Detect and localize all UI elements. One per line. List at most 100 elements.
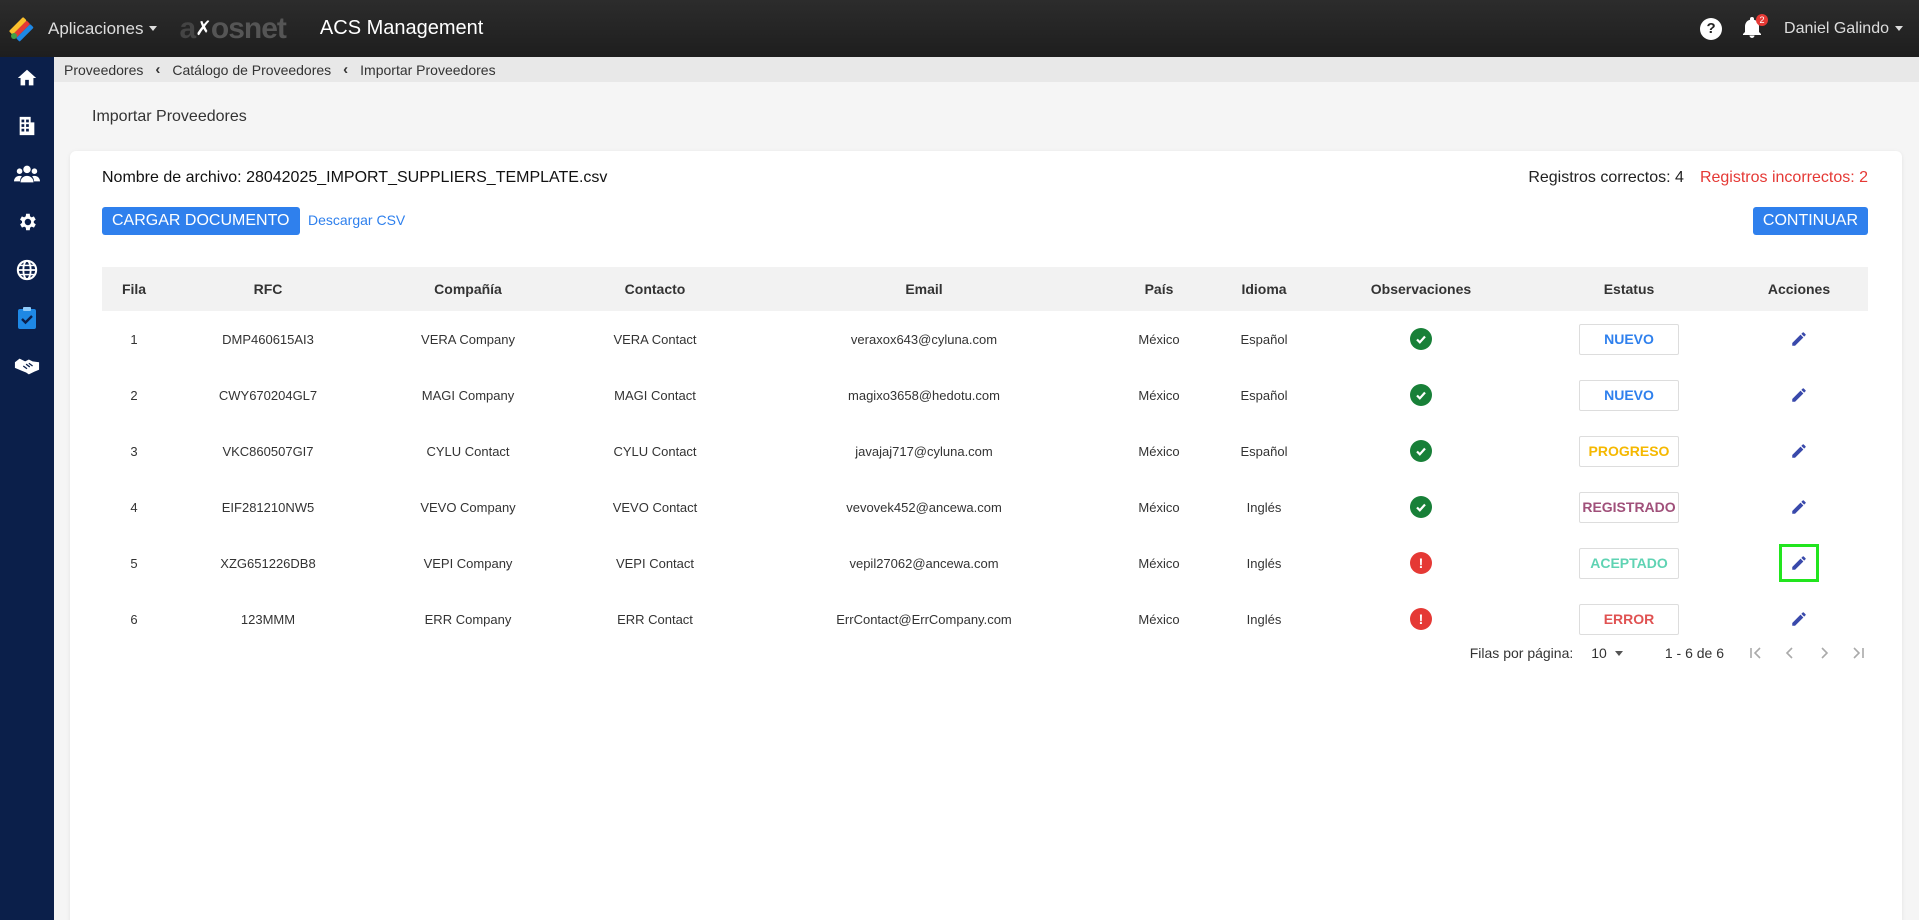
continue-button[interactable]: CONTINUAR <box>1752 207 1868 235</box>
brand-suffix: osnet <box>210 11 287 45</box>
cell-rfc: 123MMM <box>240 611 296 627</box>
pencil-icon <box>1792 332 1806 346</box>
edit-button[interactable] <box>1779 544 1819 582</box>
table-row: 6 123MMM ERR Company ERR Contact ErrContact@… <box>102 591 1868 647</box>
cell-email: javajaj717@cyluna.com <box>855 443 993 459</box>
cell-email: veraxox643@cyluna.com <box>850 331 998 347</box>
cell-contact: ERR Contact <box>617 611 693 627</box>
cell-language: Español <box>1240 387 1288 403</box>
table-row: 2 CWY670204GL7 MAGI Company MAGI Contact mag… <box>102 367 1868 423</box>
sidebar-item-globe[interactable] <box>13 257 41 283</box>
sidebar-item-building[interactable] <box>13 113 41 139</box>
cell-status: REGISTRADO <box>1528 491 1730 523</box>
cell-fila: 4 <box>130 499 138 515</box>
breadcrumb-suppliers[interactable]: Proveedores <box>64 62 143 78</box>
brand-logo: a ✗ osnet <box>179 11 287 46</box>
cell-contact: VERA Contact <box>613 331 697 347</box>
first-page-button[interactable] <box>1746 643 1766 663</box>
first-page-icon <box>1750 647 1761 659</box>
edit-button[interactable] <box>1779 432 1819 470</box>
edit-button[interactable] <box>1779 376 1819 414</box>
cell-language: Inglés <box>1246 611 1282 627</box>
cell-contact: MAGI Contact <box>614 387 696 403</box>
cell-country: México <box>1138 331 1180 347</box>
user-menu[interactable]: Daniel Galindo <box>1784 20 1903 38</box>
notification-badge: 2 <box>1756 13 1769 26</box>
sidebar-item-home[interactable] <box>13 65 41 91</box>
check-circle-icon <box>1410 496 1432 518</box>
apps-logo-icon[interactable] <box>8 16 34 42</box>
brand-mark-icon: ✗ <box>195 18 212 40</box>
cell-status: PROGRESO <box>1528 435 1730 467</box>
cell-status: ACEPTADO <box>1528 547 1730 579</box>
status-badge: ACEPTADO <box>1579 547 1679 579</box>
cell-country: México <box>1138 555 1180 571</box>
cell-actions <box>1730 488 1868 526</box>
previous-page-button[interactable] <box>1780 643 1800 663</box>
cell-observations <box>1314 440 1528 462</box>
sidebar-item-suppliers[interactable] <box>13 305 41 331</box>
cell-fila: 1 <box>130 331 138 347</box>
cell-observations <box>1314 496 1528 518</box>
correct-records: Registros correctos: 4 <box>1528 169 1684 186</box>
help-icon[interactable]: ? <box>1700 17 1723 40</box>
error-circle-icon[interactable]: ! <box>1410 608 1432 630</box>
cell-language: Inglés <box>1246 555 1282 571</box>
cell-actions <box>1730 544 1868 582</box>
error-circle-icon[interactable]: ! <box>1410 552 1432 574</box>
cell-rfc: CWY670204GL7 <box>218 387 318 403</box>
last-page-button[interactable] <box>1848 643 1868 663</box>
handshake-icon <box>14 358 40 375</box>
table-row: 3 VKC860507GI7 CYLU Contact CYLU Contact jav… <box>102 423 1868 479</box>
header-observations: Observaciones <box>1370 281 1472 297</box>
cell-contact: VEPI Contact <box>615 555 695 571</box>
header-email: Email <box>905 281 943 297</box>
cell-country: México <box>1138 499 1180 515</box>
status-badge: REGISTRADO <box>1579 491 1679 523</box>
cell-language: Inglés <box>1246 499 1282 515</box>
cell-company: ERR Company <box>424 611 512 627</box>
header-actions: Acciones <box>1767 281 1831 297</box>
home-icon <box>17 69 37 86</box>
sidebar-item-users[interactable] <box>13 161 41 187</box>
cell-actions <box>1730 376 1868 414</box>
notifications-button[interactable]: 2 <box>1742 13 1769 41</box>
cell-rfc: EIF281210NW5 <box>221 499 315 515</box>
sidebar-item-partners[interactable] <box>13 353 41 379</box>
table-row: 5 XZG651226DB8 VEPI Company VEPI Contact vep… <box>102 535 1868 591</box>
cell-company: VEPI Company <box>423 555 513 571</box>
cell-country: México <box>1138 611 1180 627</box>
next-page-button[interactable] <box>1814 643 1834 663</box>
apps-menu[interactable]: Aplicaciones <box>48 19 158 39</box>
cell-country: México <box>1138 387 1180 403</box>
sidebar-item-settings[interactable] <box>13 209 41 235</box>
cell-language: Español <box>1240 443 1288 459</box>
header-status: Estatus <box>1603 281 1655 297</box>
cell-country: México <box>1138 443 1180 459</box>
clipboard-check-icon <box>18 307 36 329</box>
upload-document-button[interactable]: CARGAR DOCUMENTO <box>102 207 300 235</box>
cell-status: ERROR <box>1528 603 1730 635</box>
breadcrumb-supplier-catalog[interactable]: Catálogo de Proveedores <box>172 62 331 78</box>
header-rfc: RFC <box>253 281 283 297</box>
status-badge: PROGRESO <box>1579 435 1679 467</box>
chevron-right-icon <box>1821 647 1829 659</box>
header-language: Idioma <box>1241 281 1287 297</box>
header-contact: Contacto <box>624 281 686 297</box>
incorrect-records: Registros incorrectos: 2 <box>1699 169 1868 186</box>
edit-button[interactable] <box>1779 488 1819 526</box>
user-name: Daniel Galindo <box>1784 19 1889 37</box>
cell-rfc: XZG651226DB8 <box>220 555 316 571</box>
edit-button[interactable] <box>1779 320 1819 358</box>
status-badge: NUEVO <box>1579 323 1679 355</box>
top-bar: Aplicaciones a ✗ osnet ACS Management ? … <box>0 0 1919 57</box>
download-csv-link[interactable]: Descargar CSV <box>308 212 405 228</box>
edit-button[interactable] <box>1779 600 1819 638</box>
rows-per-page-select[interactable]: 10 <box>1591 645 1623 661</box>
pencil-icon <box>1792 612 1806 626</box>
pagination: Filas por página: 10 1 - 6 de 6 <box>1470 643 1868 663</box>
cell-actions <box>1730 432 1868 470</box>
chevron-left-icon: ‹ <box>343 61 349 78</box>
cell-actions <box>1730 600 1868 638</box>
app-title: ACS Management <box>319 17 484 39</box>
